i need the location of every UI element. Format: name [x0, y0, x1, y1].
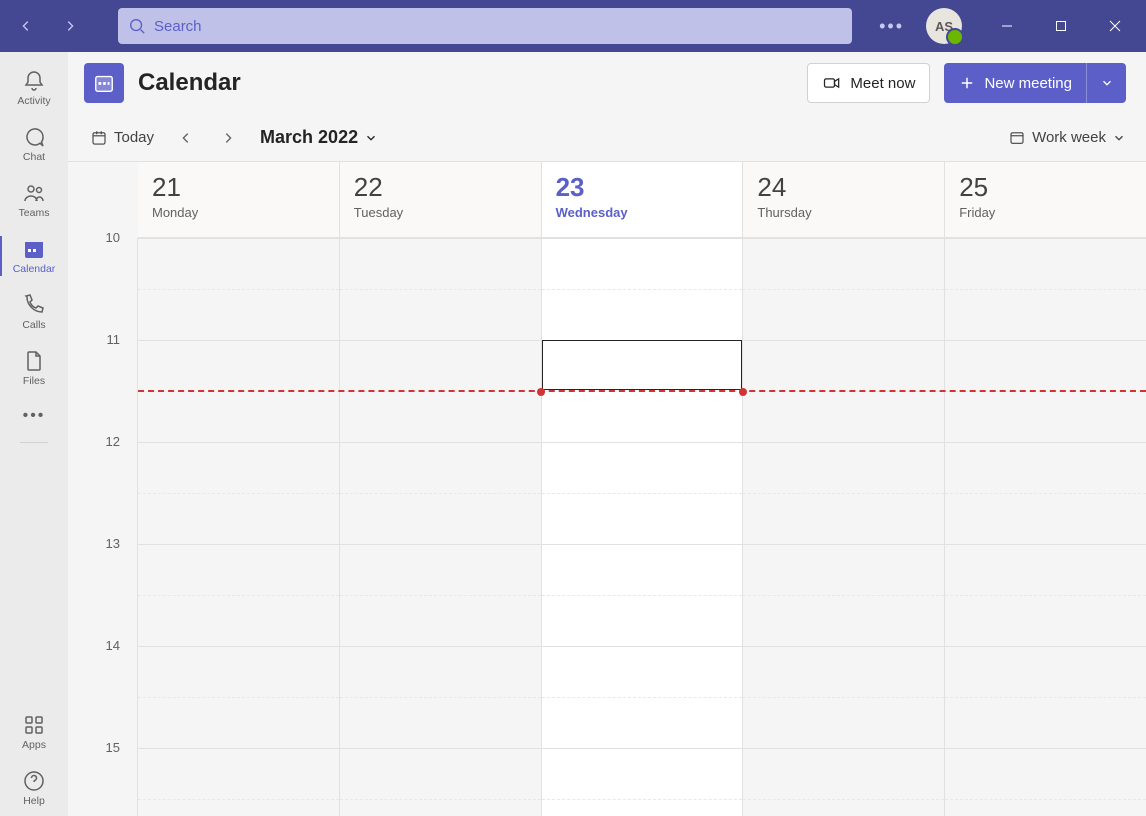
search-icon — [128, 17, 146, 35]
main-pane: Calendar Meet now New meeting Today — [68, 52, 1146, 816]
next-period-button[interactable] — [212, 122, 244, 154]
hour-label: 13 — [68, 536, 128, 551]
window-maximize-button[interactable] — [1038, 8, 1084, 44]
day-column[interactable] — [945, 238, 1146, 816]
today-icon — [90, 129, 108, 147]
day-column[interactable] — [743, 238, 945, 816]
day-name: Tuesday — [354, 205, 527, 220]
calendar-chip-icon — [84, 63, 124, 103]
day-header[interactable]: 25 Friday — [945, 162, 1146, 237]
rail-item-help[interactable]: Help — [0, 760, 68, 816]
rail-item-apps[interactable]: Apps — [0, 704, 68, 760]
rail-item-chat[interactable]: Chat — [0, 116, 68, 172]
rail-item-activity[interactable]: Activity — [0, 60, 68, 116]
hour-label: 10 — [68, 230, 128, 245]
view-switcher[interactable]: Work week — [1008, 129, 1126, 147]
nav-forward-button[interactable] — [52, 8, 88, 44]
day-header[interactable]: 22 Tuesday — [340, 162, 542, 237]
rail-item-calls[interactable]: Calls — [0, 284, 68, 340]
avatar[interactable]: AS — [926, 8, 962, 44]
current-time-indicator — [138, 390, 1146, 392]
view-icon — [1008, 129, 1026, 147]
day-header[interactable]: 23 Wednesday — [542, 162, 744, 237]
day-number: 23 — [556, 172, 729, 203]
meet-now-button[interactable]: Meet now — [807, 63, 930, 103]
page-title: Calendar — [138, 69, 241, 97]
nav-back-button[interactable] — [8, 8, 44, 44]
video-icon — [822, 73, 842, 93]
hour-label: 14 — [68, 638, 128, 653]
rail-item-more[interactable]: ••• — [0, 396, 68, 436]
chevron-down-icon — [1100, 76, 1114, 90]
title-bar: Search ••• AS — [0, 0, 1146, 52]
day-name: Monday — [152, 205, 325, 220]
day-number: 24 — [757, 172, 930, 203]
rail-item-calendar[interactable]: Calendar — [0, 228, 68, 284]
window-close-button[interactable] — [1092, 8, 1138, 44]
more-icon: ••• — [23, 407, 46, 425]
selected-time-slot[interactable] — [542, 340, 743, 390]
calendar-header: Calendar Meet now New meeting — [68, 52, 1146, 114]
day-header[interactable]: 21 Monday — [138, 162, 340, 237]
rail-item-files[interactable]: Files — [0, 340, 68, 396]
day-name: Thursday — [757, 205, 930, 220]
day-number: 22 — [354, 172, 527, 203]
rail-divider — [20, 442, 48, 443]
rail-item-teams[interactable]: Teams — [0, 172, 68, 228]
search-input[interactable]: Search — [118, 8, 852, 44]
day-number: 21 — [152, 172, 325, 203]
prev-period-button[interactable] — [170, 122, 202, 154]
hour-label: 12 — [68, 434, 128, 449]
new-meeting-button[interactable]: New meeting — [944, 63, 1086, 103]
chevron-down-icon — [1112, 131, 1126, 145]
search-placeholder: Search — [154, 18, 202, 35]
day-name: Friday — [959, 205, 1132, 220]
window-minimize-button[interactable] — [984, 8, 1030, 44]
calendar-toolbar: Today March 2022 Work week — [68, 114, 1146, 162]
day-column[interactable] — [542, 238, 744, 816]
month-picker[interactable]: March 2022 — [260, 127, 378, 148]
more-options-button[interactable]: ••• — [871, 16, 912, 37]
day-name: Wednesday — [556, 205, 729, 220]
day-number: 25 — [959, 172, 1132, 203]
hour-label: 11 — [68, 332, 128, 347]
hour-label: 15 — [68, 740, 128, 755]
today-button[interactable]: Today — [84, 125, 160, 151]
calendar-grid: 21 Monday 22 Tuesday 23 Wednesday 24 Thursday 25… — [68, 162, 1146, 816]
app-rail: Activity Chat Teams Calendar Calls Files… — [0, 52, 68, 816]
chevron-down-icon — [364, 131, 378, 145]
new-meeting-dropdown[interactable] — [1086, 63, 1126, 103]
plus-icon — [958, 74, 976, 92]
day-column[interactable] — [340, 238, 542, 816]
day-header[interactable]: 24 Thursday — [743, 162, 945, 237]
day-column[interactable] — [138, 238, 340, 816]
